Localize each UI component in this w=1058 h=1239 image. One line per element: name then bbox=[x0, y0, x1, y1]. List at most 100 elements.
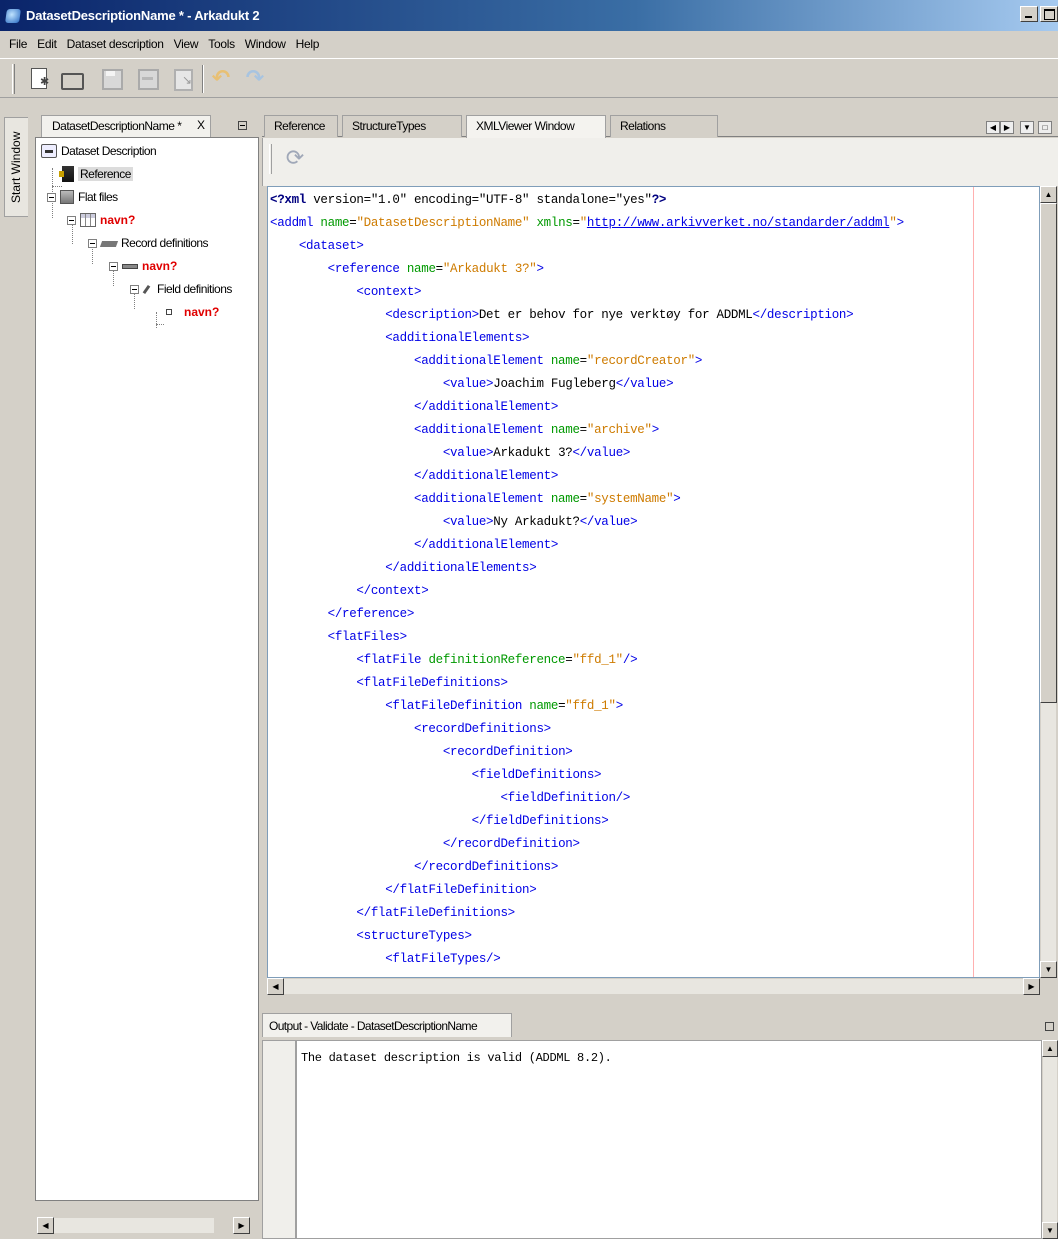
collapse-icon[interactable] bbox=[130, 284, 139, 294]
undo-icon[interactable]: ↶ bbox=[210, 67, 232, 89]
toolbar-grip[interactable] bbox=[12, 64, 15, 94]
tree-node-field-definitions[interactable]: Field definitions bbox=[130, 279, 232, 299]
close-icon[interactable]: X bbox=[197, 118, 205, 132]
code-token: </additionalElement> bbox=[414, 400, 559, 414]
tree-node-record[interactable]: navn? bbox=[109, 256, 177, 276]
code-line: <value>Ny Arkadukt?</value> bbox=[270, 511, 638, 533]
save-icon[interactable] bbox=[100, 67, 123, 90]
code-token: <flatFileTypes/> bbox=[385, 952, 501, 966]
menu-view[interactable]: View bbox=[169, 37, 204, 51]
tab-xml-viewer[interactable]: XMLViewer Window bbox=[466, 115, 606, 138]
tree-horizontal-scrollbar[interactable]: ◀ ▶ bbox=[35, 1217, 259, 1235]
code-token: </flatFileDefinition> bbox=[385, 883, 537, 897]
menu-file[interactable]: File bbox=[4, 37, 32, 51]
code-line: <additionalElement name="systemName"> bbox=[270, 488, 681, 510]
code-token: <flatFiles> bbox=[327, 630, 408, 644]
code-token: </recordDefinition> bbox=[442, 837, 580, 851]
code-token: <flatFile bbox=[356, 653, 429, 667]
code-token: </additionalElement> bbox=[414, 538, 559, 552]
tree-node-field[interactable]: navn? bbox=[166, 302, 219, 322]
code-vertical-scrollbar[interactable]: ▲ ▼ bbox=[1040, 186, 1058, 978]
properties-icon[interactable] bbox=[172, 67, 194, 91]
tab-scroll-right-icon[interactable]: ▶ bbox=[1000, 121, 1014, 134]
scroll-left-icon[interactable]: ◀ bbox=[37, 1217, 54, 1234]
code-token: = bbox=[435, 262, 444, 276]
menu-tools[interactable]: Tools bbox=[203, 37, 240, 51]
dataset-tree: Dataset Description Reference Flat files… bbox=[35, 137, 259, 1201]
code-line: <flatFileDefinition name="ffd_1"> bbox=[270, 695, 623, 717]
collapse-icon[interactable] bbox=[47, 192, 56, 202]
tree-tabbar: DatasetDescriptionName * X bbox=[35, 113, 259, 137]
tree-node-dataset-description[interactable]: Dataset Description bbox=[41, 141, 157, 161]
menu-help[interactable]: Help bbox=[291, 37, 324, 51]
tree-node-flat-file[interactable]: navn? bbox=[67, 210, 135, 230]
minimize-button[interactable] bbox=[1020, 6, 1038, 22]
field-icon bbox=[166, 309, 172, 315]
scroll-thumb[interactable] bbox=[1040, 203, 1057, 703]
tab-reference[interactable]: Reference bbox=[264, 115, 338, 137]
scroll-down-icon[interactable]: ▼ bbox=[1040, 961, 1057, 978]
tab-list-dropdown-icon[interactable]: ▼ bbox=[1020, 121, 1034, 134]
code-token: <additionalElement bbox=[414, 354, 551, 368]
scroll-left-icon[interactable]: ◀ bbox=[267, 978, 284, 995]
code-token: <flatFileDefinition bbox=[385, 699, 530, 713]
minimize-panel-button[interactable] bbox=[238, 121, 247, 130]
save-all-icon[interactable] bbox=[136, 67, 159, 90]
tab-structure-types[interactable]: StructureTypes bbox=[342, 115, 462, 137]
open-folder-icon[interactable] bbox=[60, 67, 84, 90]
output-console[interactable]: The dataset description is valid (ADDML … bbox=[296, 1040, 1042, 1239]
new-document-icon[interactable] bbox=[28, 67, 50, 89]
minimize-panel-button[interactable] bbox=[1045, 1022, 1054, 1031]
scroll-right-icon[interactable]: ▶ bbox=[233, 1217, 250, 1234]
collapse-icon[interactable] bbox=[109, 261, 118, 271]
toolbar-grip[interactable] bbox=[269, 144, 272, 174]
main-toolbar: ↶ ↷ bbox=[0, 58, 1058, 98]
tab-relations[interactable]: Relations bbox=[610, 115, 718, 137]
refresh-icon[interactable]: ⟳ bbox=[283, 146, 307, 170]
output-vertical-scrollbar[interactable]: ▲ ▼ bbox=[1042, 1040, 1058, 1239]
code-token: <value> bbox=[442, 377, 494, 391]
scroll-up-icon[interactable]: ▲ bbox=[1040, 186, 1057, 203]
maximize-button[interactable] bbox=[1040, 6, 1058, 22]
collapse-icon[interactable] bbox=[88, 238, 97, 248]
tree-node-flat-files[interactable]: Flat files bbox=[47, 187, 118, 207]
validation-message: The dataset description is valid (ADDML … bbox=[301, 1051, 612, 1065]
window-title: DatasetDescriptionName * - Arkadukt 2 bbox=[26, 8, 260, 23]
tree-node-record-definitions[interactable]: Record definitions bbox=[88, 233, 209, 253]
code-token: > bbox=[615, 699, 624, 713]
code-horizontal-scrollbar[interactable]: ◀ ▶ bbox=[267, 978, 1040, 996]
menu-window[interactable]: Window bbox=[240, 37, 291, 51]
xml-code-view[interactable]: <?xml version="1.0" encoding="UTF-8" sta… bbox=[267, 186, 1040, 978]
collapse-icon[interactable] bbox=[67, 215, 76, 225]
maximize-editor-icon[interactable]: □ bbox=[1038, 121, 1052, 134]
menu-edit[interactable]: Edit bbox=[32, 37, 61, 51]
code-line: <additionalElements> bbox=[270, 327, 529, 349]
code-token: <additionalElement bbox=[414, 492, 551, 506]
tab-scroll-left-icon[interactable]: ◀ bbox=[986, 121, 1000, 134]
code-line: <value>Arkadukt 3?</value> bbox=[270, 442, 631, 464]
code-token: name bbox=[550, 423, 580, 437]
scroll-down-icon[interactable]: ▼ bbox=[1042, 1222, 1058, 1239]
scroll-track[interactable] bbox=[284, 979, 1023, 994]
code-token: "systemName" bbox=[586, 492, 674, 506]
scroll-track[interactable] bbox=[54, 1218, 214, 1233]
code-token: </description> bbox=[752, 308, 854, 322]
tree-node-reference[interactable]: Reference bbox=[59, 164, 133, 184]
code-line: </flatFileDefinitions> bbox=[270, 902, 515, 924]
scroll-track[interactable] bbox=[1043, 1057, 1057, 1222]
tab-output-validate[interactable]: Output - Validate - DatasetDescriptionNa… bbox=[262, 1013, 512, 1037]
scroll-up-icon[interactable]: ▲ bbox=[1042, 1040, 1058, 1057]
scroll-right-icon[interactable]: ▶ bbox=[1023, 978, 1040, 995]
code-token: name bbox=[550, 354, 580, 368]
redo-icon[interactable]: ↷ bbox=[244, 67, 266, 89]
code-token: <description> bbox=[385, 308, 479, 322]
code-token: <addml bbox=[270, 216, 321, 230]
tab-dataset-description[interactable]: DatasetDescriptionName * X bbox=[41, 115, 211, 137]
tab-label: Reference bbox=[274, 119, 325, 133]
menu-dataset-description[interactable]: Dataset description bbox=[62, 37, 169, 51]
